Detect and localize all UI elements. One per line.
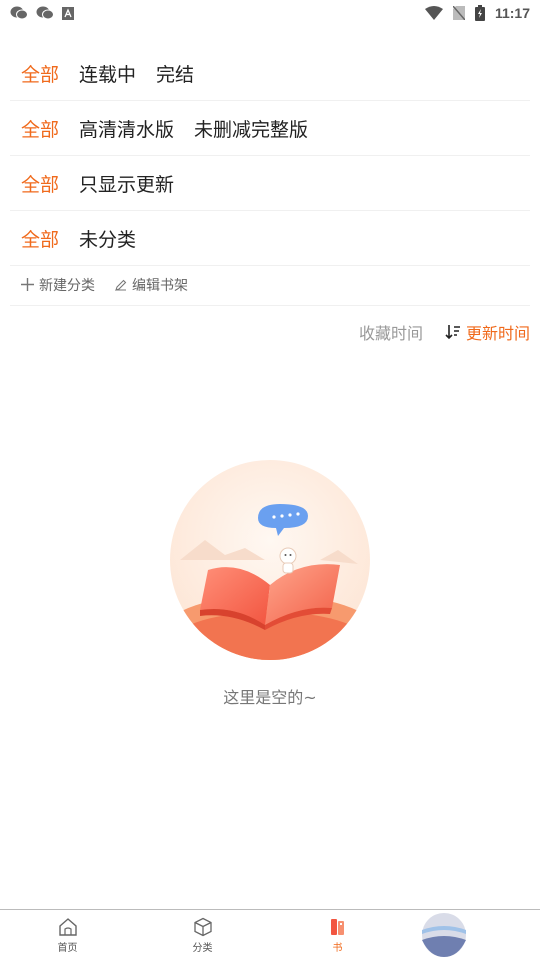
- sort-by-update-time[interactable]: 更新时间: [445, 320, 530, 344]
- cube-icon: [193, 917, 212, 936]
- filter-row-category: 全部 未分类: [10, 211, 530, 266]
- tab-home[interactable]: 首页: [0, 910, 135, 960]
- app-notification-icon: [62, 6, 74, 20]
- bookshelf-icon: [330, 918, 344, 935]
- sort-by-collect-time[interactable]: 收藏时间: [359, 320, 423, 344]
- shelf-actions: 新建分类 编辑书架: [10, 264, 530, 306]
- filter-hd-clean[interactable]: 高清清水版: [79, 115, 174, 142]
- new-category-button[interactable]: 新建分类: [21, 275, 95, 295]
- filter-uncut[interactable]: 未删减完整版: [194, 115, 308, 142]
- empty-shelf-illustration: [170, 460, 370, 660]
- tab-category[interactable]: 分类: [135, 910, 270, 960]
- filter-row-status: 全部 连载中 完结: [10, 46, 530, 101]
- filter-serializing[interactable]: 连载中: [79, 60, 136, 87]
- tab-category-label: 分类: [192, 942, 213, 954]
- edit-shelf-button[interactable]: 编辑书架: [115, 275, 188, 295]
- edit-shelf-label: 编辑书架: [132, 277, 188, 294]
- wechat-notification-icon: [10, 6, 28, 20]
- wechat-notification-icon-2: [36, 6, 54, 20]
- plus-icon: [21, 278, 34, 291]
- status-left-icons: [10, 6, 74, 20]
- tab-bookshelf[interactable]: 书: [270, 910, 405, 960]
- filter-panel: 全部 连载中 完结 全部 高清清水版 未删减完整版 全部 只显示更新 全部 未分…: [10, 46, 530, 266]
- status-bar: 11:17: [0, 0, 540, 26]
- filter-all-status[interactable]: 全部: [21, 60, 59, 87]
- filter-uncategorized[interactable]: 未分类: [79, 225, 136, 252]
- sort-options: 收藏时间 更新时间: [359, 320, 530, 344]
- sort-update-label: 更新时间: [465, 324, 530, 343]
- empty-state-text: 这里是空的~: [223, 688, 317, 707]
- filter-all-version[interactable]: 全部: [21, 115, 59, 142]
- watermark-logo: [422, 913, 466, 957]
- no-sim-icon: [452, 6, 465, 20]
- filter-all-category[interactable]: 全部: [21, 225, 59, 252]
- filter-completed[interactable]: 完结: [156, 60, 194, 87]
- pencil-icon: [115, 279, 127, 291]
- battery-charging-icon: [474, 5, 485, 21]
- sort-collect-label: 收藏时间: [358, 324, 423, 343]
- status-right-icons: 11:17: [424, 5, 530, 21]
- filter-all-update[interactable]: 全部: [21, 170, 59, 197]
- new-category-label: 新建分类: [39, 277, 95, 294]
- status-time: 11:17: [494, 5, 530, 21]
- filter-row-update: 全部 只显示更新: [10, 156, 530, 211]
- home-icon: [58, 917, 77, 936]
- filter-row-version: 全部 高清清水版 未删减完整版: [10, 101, 530, 156]
- filter-updated-only[interactable]: 只显示更新: [79, 170, 174, 197]
- tab-bookshelf-label: 书: [332, 942, 343, 954]
- sort-descending-icon: [445, 325, 460, 340]
- tab-home-label: 首页: [57, 942, 78, 954]
- wifi-icon: [424, 6, 443, 20]
